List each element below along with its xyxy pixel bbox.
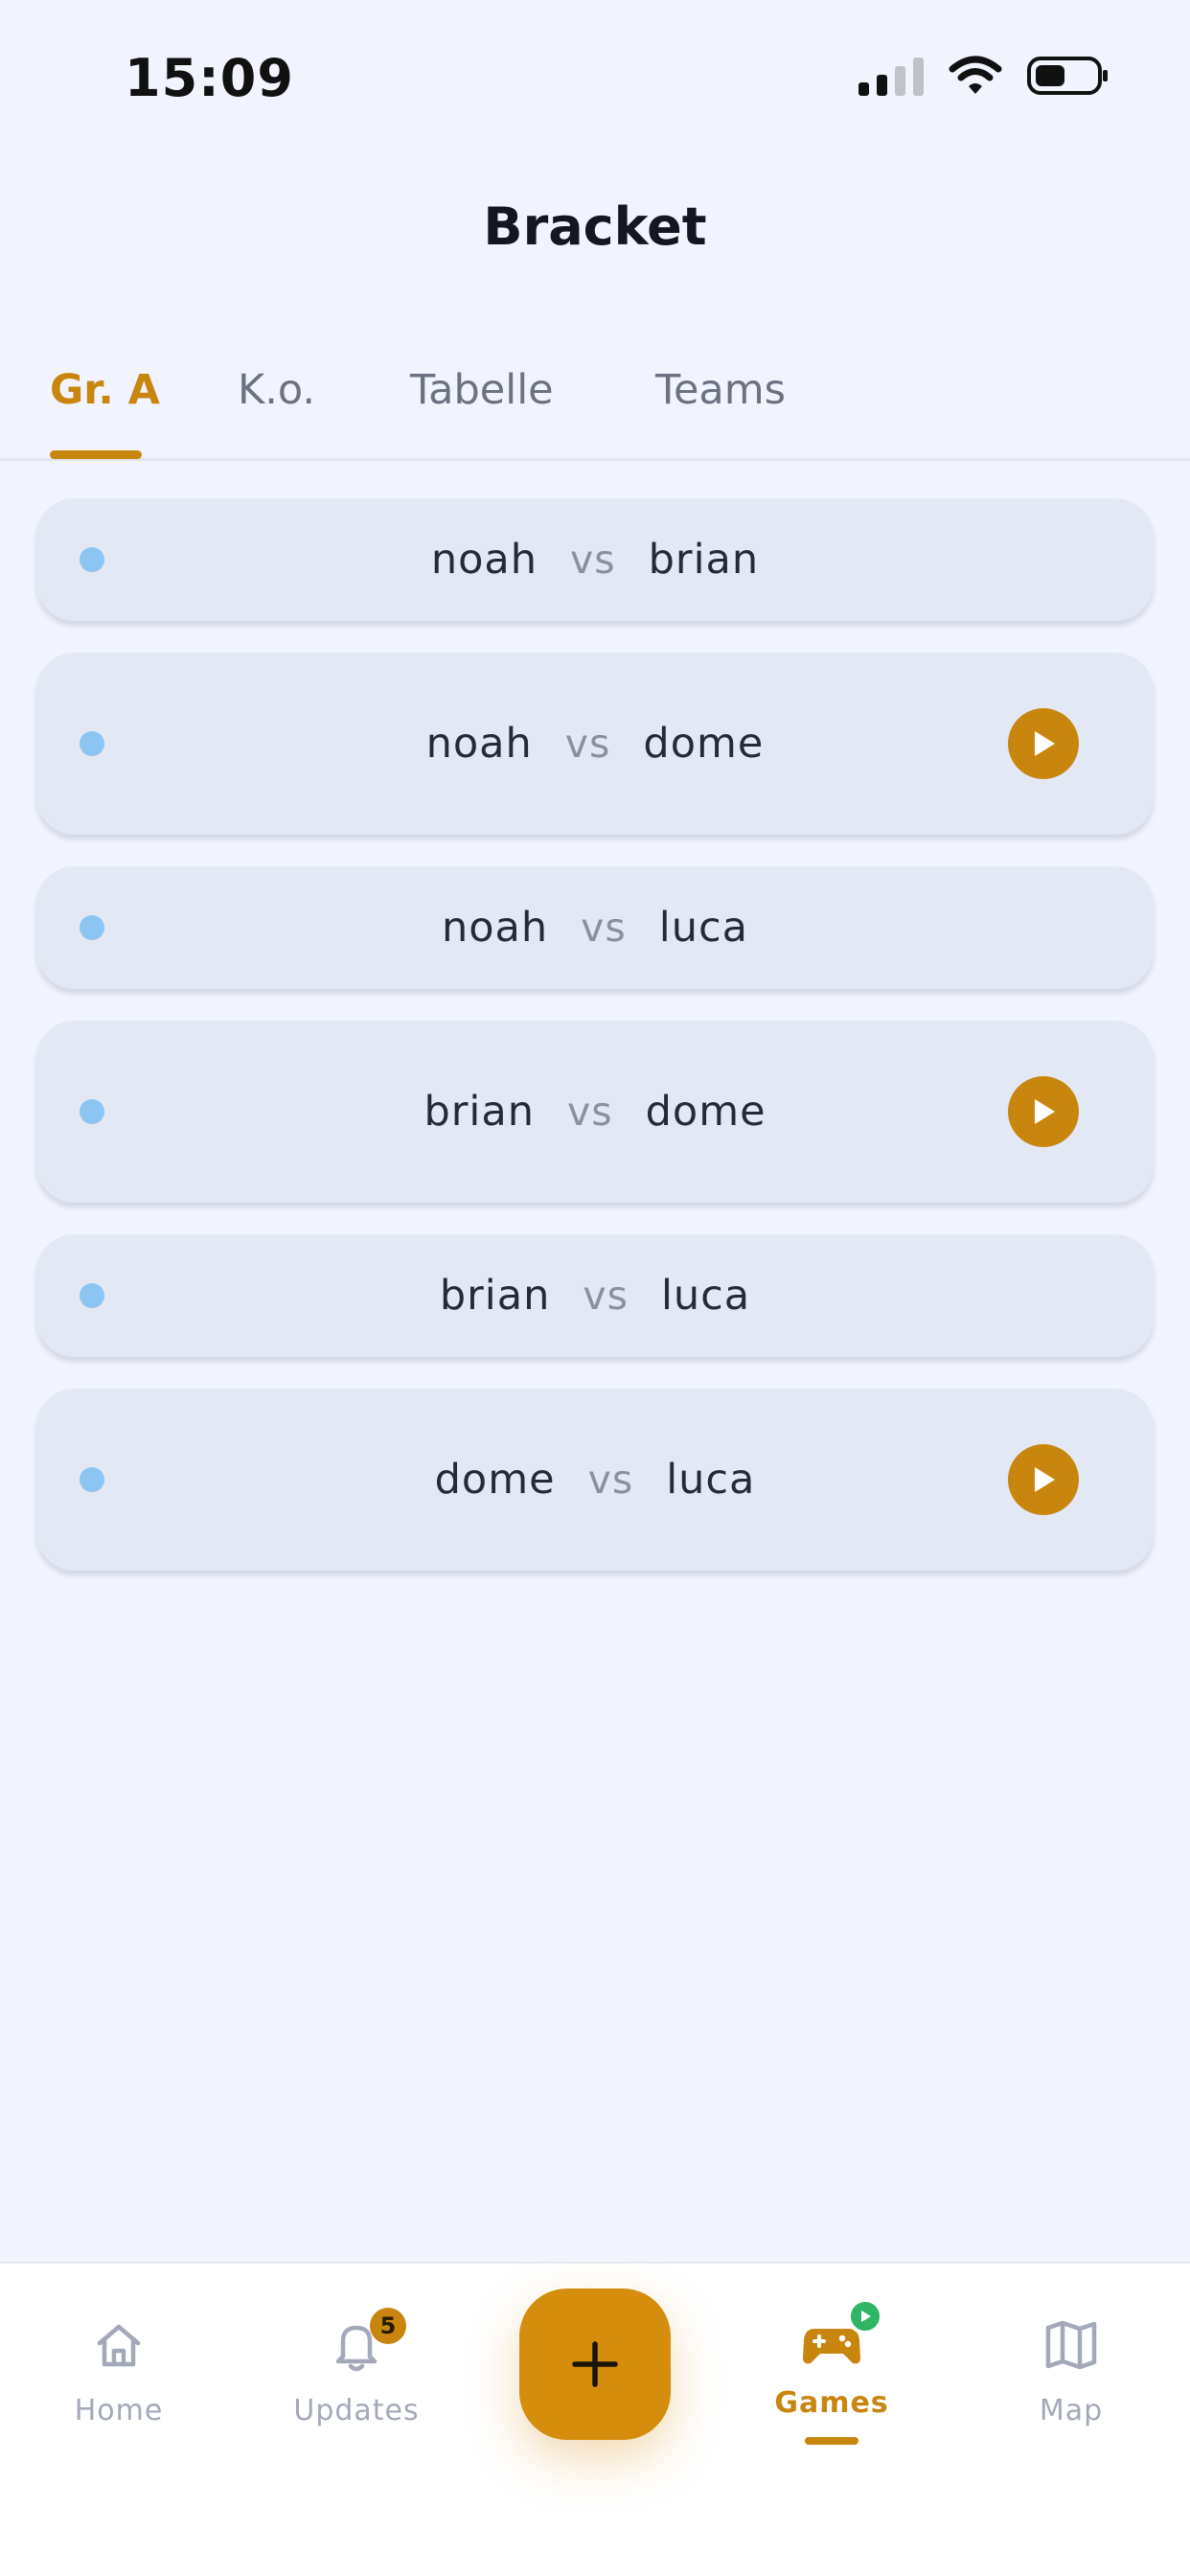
away-team: dome bbox=[643, 720, 765, 768]
home-team: brian bbox=[423, 1088, 535, 1136]
play-icon bbox=[1035, 1099, 1055, 1124]
match-card[interactable]: brian vs luca bbox=[36, 1234, 1154, 1357]
status-bar: 15:09 bbox=[0, 0, 1190, 144]
wifi-icon bbox=[949, 56, 1002, 94]
play-icon bbox=[1035, 731, 1055, 756]
gamepad-icon bbox=[736, 2298, 927, 2379]
away-team: brian bbox=[648, 536, 760, 584]
play-button[interactable] bbox=[1008, 1076, 1079, 1147]
tab-table[interactable]: Tabelle bbox=[410, 366, 554, 414]
plus-icon bbox=[572, 2341, 618, 2387]
play-icon bbox=[1035, 1467, 1055, 1492]
match-card[interactable]: brian vs dome bbox=[36, 1021, 1154, 1203]
vs-label: vs bbox=[566, 1089, 613, 1135]
away-team: luca bbox=[660, 1272, 751, 1320]
home-team: noah bbox=[425, 720, 533, 768]
nav-map[interactable]: Map bbox=[975, 2312, 1167, 2427]
away-team: luca bbox=[666, 1456, 756, 1504]
vs-label: vs bbox=[564, 721, 611, 767]
match-teams: dome vs luca bbox=[36, 1456, 1154, 1504]
home-team: dome bbox=[434, 1456, 556, 1504]
match-teams: brian vs luca bbox=[36, 1272, 1154, 1320]
home-team: noah bbox=[430, 536, 538, 584]
match-teams: noah vs dome bbox=[36, 720, 1154, 768]
active-tab-indicator bbox=[50, 450, 142, 459]
vs-label: vs bbox=[570, 537, 616, 583]
away-team: dome bbox=[645, 1088, 767, 1136]
home-icon bbox=[23, 2312, 215, 2379]
vs-label: vs bbox=[583, 1273, 629, 1319]
nav-games-label: Games bbox=[774, 2386, 889, 2420]
battery-icon bbox=[1027, 57, 1108, 95]
play-button[interactable] bbox=[1008, 1444, 1079, 1515]
notification-badge: 5 bbox=[370, 2308, 406, 2344]
vs-label: vs bbox=[581, 905, 627, 951]
add-button[interactable] bbox=[519, 2288, 671, 2440]
page-title: Bracket bbox=[483, 196, 707, 257]
cellular-signal-icon bbox=[858, 56, 924, 96]
nav-map-label: Map bbox=[1039, 2394, 1104, 2427]
home-team: noah bbox=[442, 904, 549, 952]
tab-group-a[interactable]: Gr. A bbox=[50, 366, 160, 414]
status-icons bbox=[858, 56, 1110, 96]
nav-updates[interactable]: 5 Updates bbox=[261, 2308, 452, 2427]
tab-teams[interactable]: Teams bbox=[655, 366, 786, 414]
bracket-screen: 15:09 Bracket Gr. A K.o. Tabelle Teams n… bbox=[0, 0, 1190, 2576]
nav-home[interactable]: Home bbox=[23, 2312, 215, 2427]
match-teams: noah vs luca bbox=[36, 904, 1154, 952]
match-card[interactable]: dome vs luca bbox=[36, 1389, 1154, 1571]
match-teams: noah vs brian bbox=[36, 536, 1154, 584]
tab-knockout[interactable]: K.o. bbox=[238, 366, 315, 414]
bell-icon: 5 bbox=[261, 2308, 452, 2379]
nav-home-label: Home bbox=[74, 2394, 164, 2427]
map-icon bbox=[975, 2312, 1167, 2379]
live-indicator bbox=[847, 2298, 883, 2334]
match-card[interactable]: noah vs luca bbox=[36, 866, 1154, 989]
nav-updates-label: Updates bbox=[293, 2394, 420, 2427]
nav-games[interactable]: Games bbox=[736, 2298, 927, 2445]
match-list: noah vs brian noah vs dome noah vs luca … bbox=[36, 498, 1154, 1602]
tab-bar: Gr. A K.o. Tabelle Teams bbox=[0, 345, 1190, 461]
status-time: 15:09 bbox=[125, 48, 294, 108]
active-nav-indicator bbox=[805, 2437, 858, 2445]
match-card[interactable]: noah vs dome bbox=[36, 653, 1154, 835]
away-team: luca bbox=[658, 904, 748, 952]
play-button[interactable] bbox=[1008, 708, 1079, 779]
vs-label: vs bbox=[587, 1457, 634, 1503]
match-teams: brian vs dome bbox=[36, 1088, 1154, 1136]
home-team: brian bbox=[439, 1272, 551, 1320]
match-card[interactable]: noah vs brian bbox=[36, 498, 1154, 621]
